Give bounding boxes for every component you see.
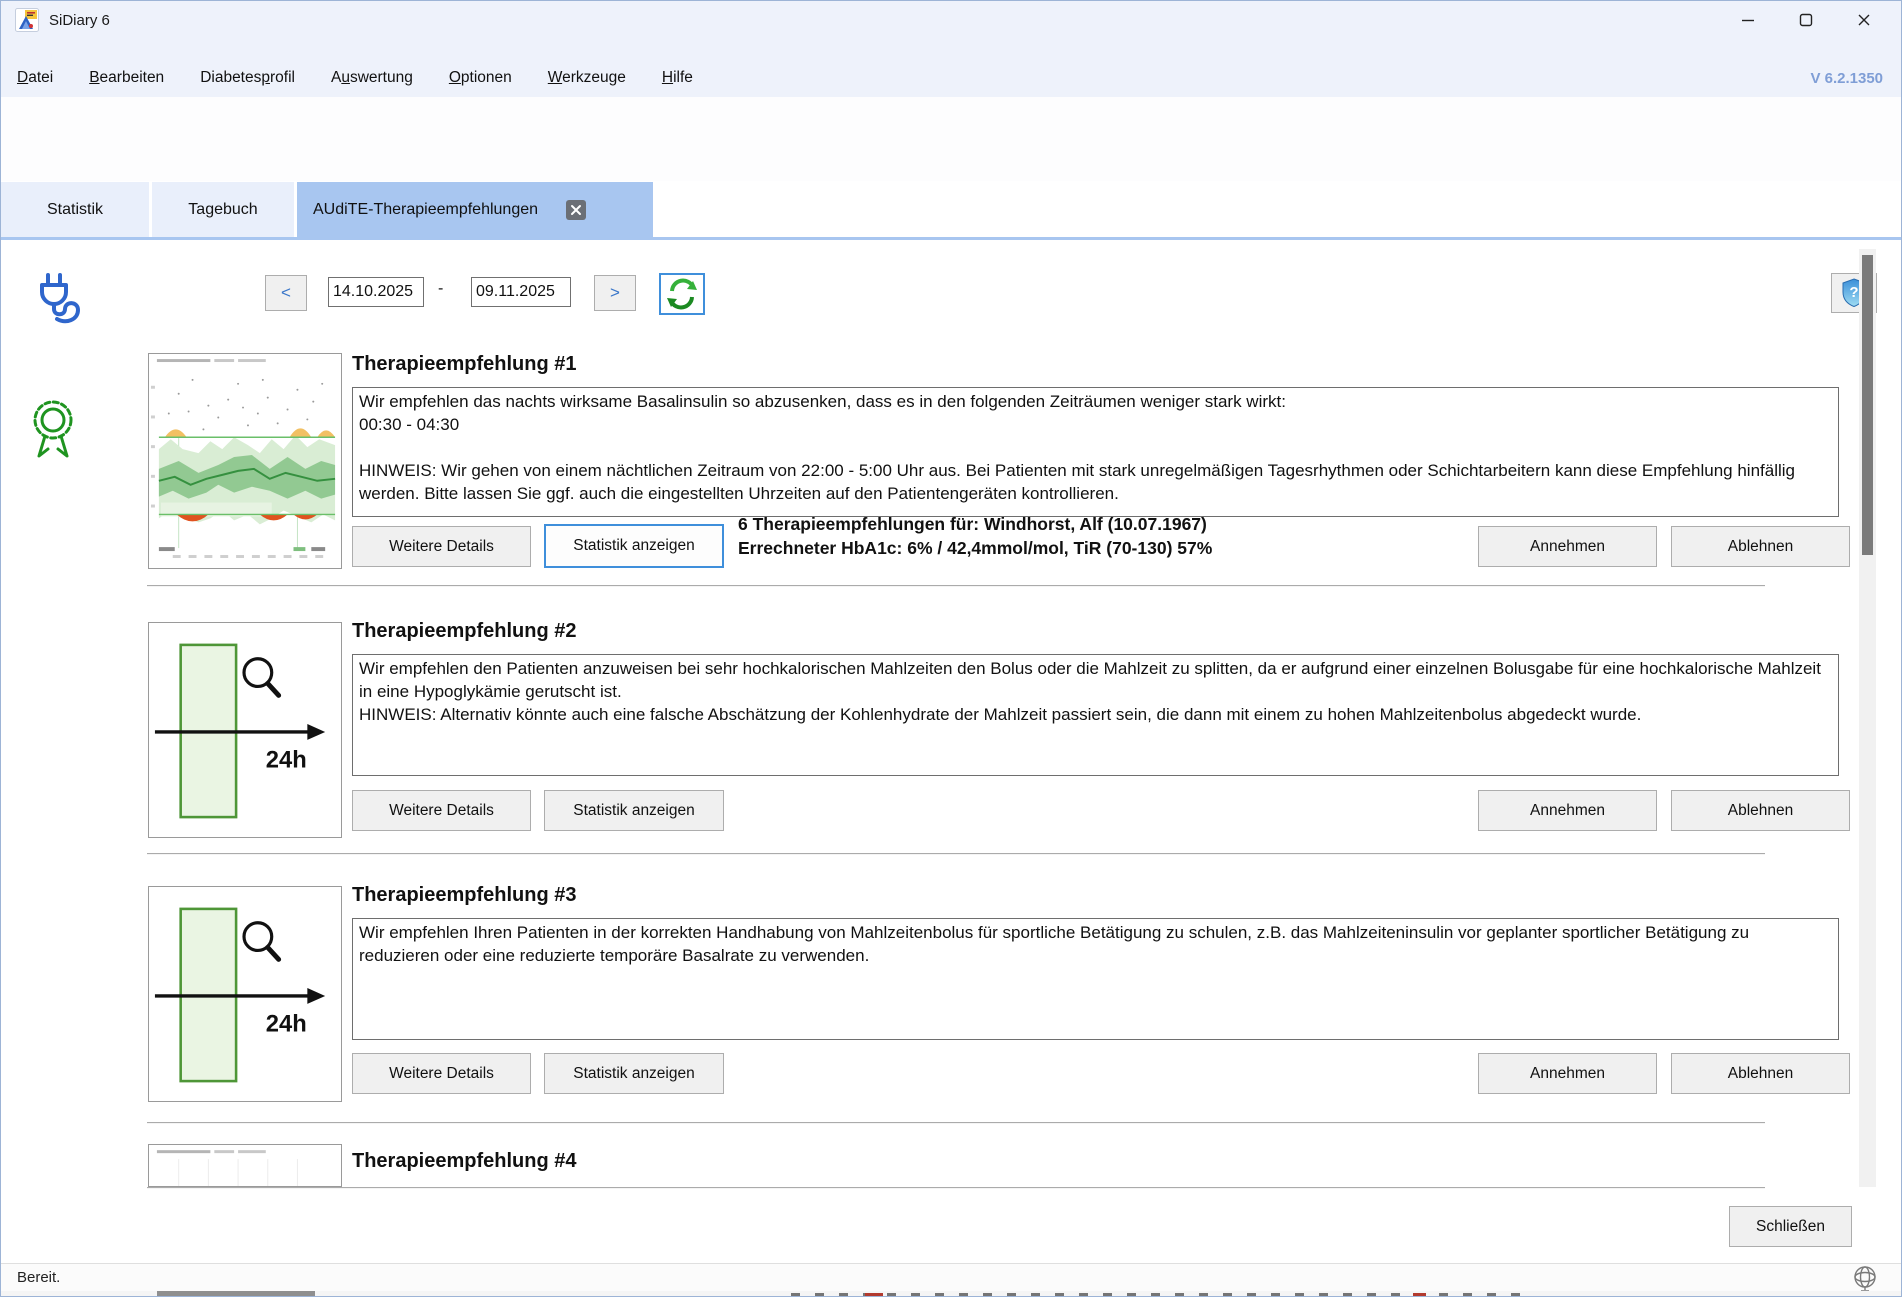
card1-stats-button[interactable]: Statistik anzeigen: [544, 524, 724, 568]
date-to-input[interactable]: [471, 277, 571, 307]
date-separator: -: [438, 280, 443, 298]
toolbar: Weiterempfehlen >: [1, 97, 1901, 181]
24h-range-icon: 24h: [149, 887, 341, 1101]
version-label: V 6.2.1350: [1810, 70, 1883, 87]
scrollbar-thumb[interactable]: [1862, 255, 1873, 555]
patient-header: 6 Therapieempfehlungen für: Windhorst, A…: [738, 512, 1212, 560]
card3-text: Wir empfehlen Ihren Patienten in der kor…: [352, 918, 1839, 1040]
minimize-icon: [1741, 13, 1755, 27]
tab-tagebuch[interactable]: Tagebuch: [152, 182, 294, 237]
card3-stats-button[interactable]: Statistik anzeigen: [544, 1053, 724, 1094]
close-icon: [1857, 13, 1871, 27]
tab-audite-therapieempfehlungen[interactable]: AUdiTE-Therapieempfehlungen: [297, 182, 653, 237]
card2-details-button[interactable]: Weitere Details: [352, 790, 531, 831]
menu-hilfe[interactable]: Hilfe: [662, 69, 693, 87]
close-panel-button[interactable]: Schließen: [1729, 1206, 1852, 1247]
card1-agp-thumbnail[interactable]: [148, 353, 342, 569]
next-period-button[interactable]: >: [594, 275, 636, 311]
menu-bar: Datei Bearbeiten Diabetesprofil Auswertu…: [1, 39, 1901, 97]
card1-accept-button[interactable]: Annehmen: [1478, 526, 1657, 567]
tab-statistik[interactable]: Statistik: [1, 182, 149, 237]
agp-chart-top-icon: [149, 1145, 341, 1187]
patient-header-line2: Errechneter HbA1c: 6% / 42,4mmol/mol, Ti…: [738, 536, 1212, 560]
refresh-icon: [666, 278, 698, 310]
award-rosette-icon[interactable]: [25, 396, 87, 464]
card1-title: Therapieempfehlung #1: [352, 353, 577, 376]
recommendations-panel: Zeitraum < - > 6 Therapieempfehlungen fü…: [1, 240, 1901, 1263]
card3-reject-button[interactable]: Ablehnen: [1671, 1053, 1850, 1094]
card2-text: Wir empfehlen den Patienten anzuweisen b…: [352, 654, 1839, 776]
card1-text: Wir empfehlen das nachts wirksame Basali…: [352, 387, 1839, 517]
maximize-icon: [1799, 13, 1813, 27]
status-text: Bereit.: [17, 1269, 60, 1286]
card1-details-button[interactable]: Weitere Details: [352, 526, 531, 567]
card2-stats-button[interactable]: Statistik anzeigen: [544, 790, 724, 831]
date-from-input[interactable]: [328, 277, 424, 307]
prev-period-button[interactable]: <: [265, 275, 307, 311]
background-window-strip: [1, 1291, 1901, 1297]
menu-datei[interactable]: Datei: [17, 69, 53, 87]
svg-text:24h: 24h: [266, 747, 307, 774]
close-window-button[interactable]: [1835, 1, 1893, 39]
maximize-button[interactable]: [1777, 1, 1835, 39]
status-bar: Bereit.: [1, 1263, 1901, 1292]
card4-title: Therapieempfehlung #4: [352, 1150, 577, 1173]
data-import-plug-icon[interactable]: [27, 269, 95, 337]
card3-details-button[interactable]: Weitere Details: [352, 1053, 531, 1094]
refresh-button[interactable]: [659, 273, 705, 315]
app-logo-icon: [15, 8, 39, 32]
globe-icon: [1851, 1265, 1879, 1293]
app-window: SiDiary 6 Datei Bearbeiten Diabetesprofi…: [0, 0, 1902, 1297]
card3-title: Therapieempfehlung #3: [352, 884, 577, 907]
agp-chart-icon: [149, 354, 341, 568]
minimize-button[interactable]: [1719, 1, 1777, 39]
card3-24h-thumbnail[interactable]: 24h: [148, 886, 342, 1102]
window-title: SiDiary 6: [49, 12, 110, 29]
card-divider: [147, 1122, 1765, 1124]
vertical-scrollbar[interactable]: [1859, 249, 1876, 1187]
card-divider: [147, 1187, 1765, 1189]
menu-werkzeuge[interactable]: Werkzeuge: [548, 69, 626, 87]
24h-range-icon: 24h: [149, 623, 341, 837]
menu-optionen[interactable]: Optionen: [449, 69, 512, 87]
tab-strip: Statistik Tagebuch AUdiTE-Therapieempfeh…: [1, 182, 1901, 237]
card2-24h-thumbnail[interactable]: 24h: [148, 622, 342, 838]
card2-accept-button[interactable]: Annehmen: [1478, 790, 1657, 831]
menu-diabetesprofil[interactable]: Diabetesprofil: [200, 69, 295, 87]
card2-title: Therapieempfehlung #2: [352, 620, 577, 643]
card-divider: [147, 585, 1765, 587]
card3-accept-button[interactable]: Annehmen: [1478, 1053, 1657, 1094]
card4-thumbnail[interactable]: [148, 1144, 342, 1187]
card-divider: [147, 853, 1765, 855]
close-tab-icon[interactable]: [566, 200, 586, 220]
card1-reject-button[interactable]: Ablehnen: [1671, 526, 1850, 567]
card2-reject-button[interactable]: Ablehnen: [1671, 790, 1850, 831]
title-bar: SiDiary 6: [1, 1, 1901, 39]
menu-auswertung[interactable]: Auswertung: [331, 69, 413, 87]
menu-bearbeiten[interactable]: Bearbeiten: [89, 69, 164, 87]
svg-text:24h: 24h: [266, 1011, 307, 1038]
svg-text:?: ?: [1849, 284, 1858, 301]
